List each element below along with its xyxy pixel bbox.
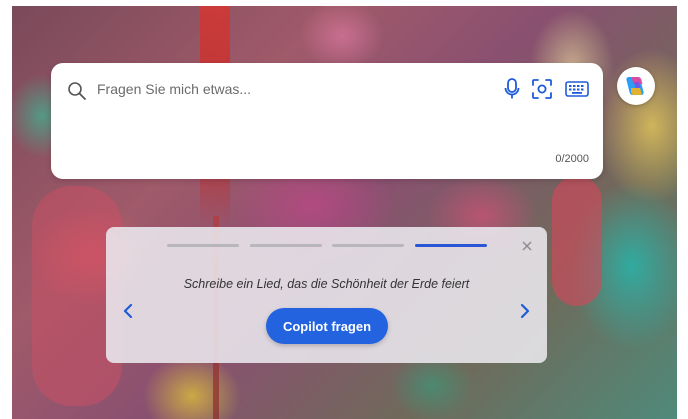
microphone-icon[interactable] xyxy=(500,77,524,101)
character-counter: 0/2000 xyxy=(555,153,589,165)
carousel-progress-segment xyxy=(250,244,322,247)
close-icon[interactable] xyxy=(520,239,534,253)
copilot-ask-button[interactable]: Copilot fragen xyxy=(266,308,388,344)
suggestion-carousel: Schreibe ein Lied, das die Schönheit der… xyxy=(106,227,547,363)
background-figure-right xyxy=(552,176,602,306)
copilot-logo-icon[interactable] xyxy=(617,67,655,105)
search-box: 0/2000 xyxy=(51,63,603,179)
suggestion-text: Schreibe ein Lied, das die Schönheit der… xyxy=(183,277,470,291)
keyboard-icon[interactable] xyxy=(565,77,589,101)
chevron-left-icon[interactable] xyxy=(120,301,136,321)
visual-search-icon[interactable] xyxy=(530,77,554,101)
search-input[interactable] xyxy=(95,77,479,101)
carousel-progress-segment xyxy=(167,244,239,247)
carousel-progress-segment-active xyxy=(415,244,487,247)
carousel-progress-segment xyxy=(332,244,404,247)
chevron-right-icon[interactable] xyxy=(517,301,533,321)
search-icon xyxy=(67,81,87,101)
